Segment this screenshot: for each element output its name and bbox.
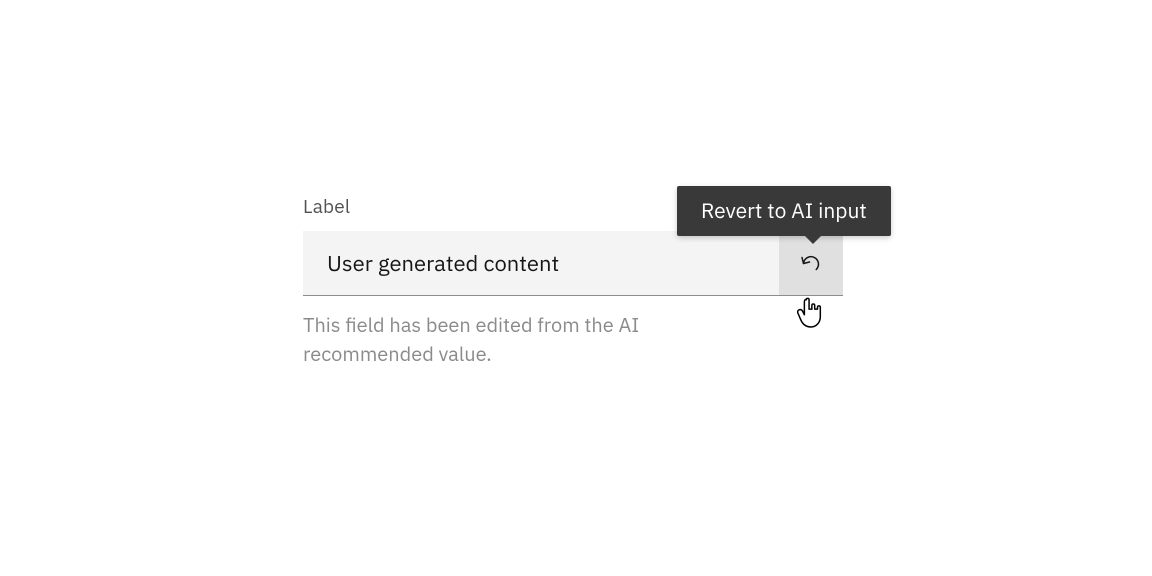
input-row: Revert to AI input <box>303 231 843 296</box>
helper-text: This field has been edited from the AI r… <box>303 310 723 368</box>
text-input[interactable] <box>303 231 779 295</box>
revert-tooltip: Revert to AI input <box>677 186 891 236</box>
ai-editable-field: Label Revert to AI input This field has … <box>303 195 843 368</box>
undo-icon <box>799 250 823 277</box>
